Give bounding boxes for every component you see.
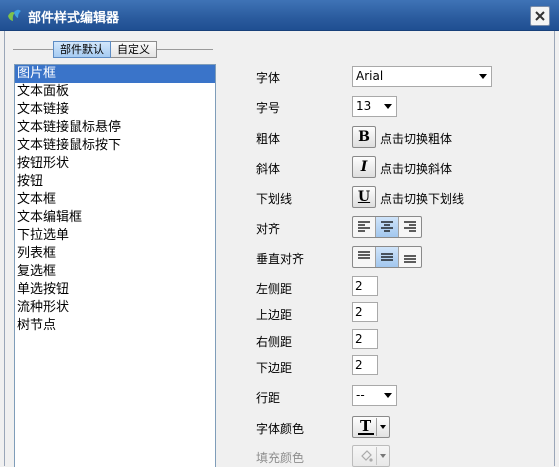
valign-top-icon [358, 251, 370, 259]
padding-left-input[interactable]: 2 [352, 276, 378, 296]
align-right-button[interactable] [399, 217, 421, 237]
fill-color-picker [352, 445, 390, 467]
list-item[interactable]: 流种形状 [15, 299, 215, 317]
window-title: 部件样式编辑器 [28, 11, 120, 26]
padding-top-input[interactable]: 2 [352, 302, 378, 322]
line-spacing-label: 行距 [256, 391, 281, 405]
align-toggle-group [352, 216, 422, 238]
font-value: Arial [356, 69, 384, 83]
valign-bottom-button[interactable] [399, 247, 421, 267]
align-left-button[interactable] [353, 217, 376, 237]
padding-bottom-input[interactable]: 2 [352, 355, 378, 375]
app-logo-icon [8, 9, 21, 21]
font-color-picker[interactable]: T [352, 416, 390, 438]
chevron-down-icon [380, 425, 386, 429]
font-select[interactable]: Arial [352, 66, 492, 87]
list-item[interactable]: 文本链接鼠标悬停 [15, 119, 215, 137]
list-item[interactable]: 文本链接鼠标按下 [15, 137, 215, 155]
tab-strip: 部件默认 自定义 [53, 41, 157, 58]
align-label: 对齐 [256, 222, 281, 236]
list-item[interactable]: 文本框 [15, 191, 215, 209]
padding-bottom-label: 下边距 [256, 361, 293, 375]
font-size-value: 13 [356, 99, 372, 113]
close-icon [535, 11, 545, 21]
list-item[interactable]: 图片框 [15, 65, 215, 83]
align-center-button[interactable] [376, 217, 399, 237]
chevron-down-icon [384, 393, 392, 398]
valign-middle-icon [381, 253, 393, 261]
align-center-icon [381, 221, 393, 232]
close-button[interactable] [530, 6, 550, 26]
tab-component-default[interactable]: 部件默认 [53, 41, 111, 58]
chevron-down-icon [380, 454, 386, 458]
align-right-icon [404, 221, 416, 232]
font-label: 字体 [256, 71, 281, 85]
chevron-down-icon [479, 74, 487, 79]
list-item[interactable]: 文本编辑框 [15, 209, 215, 227]
line-spacing-value: -- [356, 388, 365, 402]
list-item[interactable]: 按钮形状 [15, 155, 215, 173]
title-bar: 部件样式编辑器 [0, 0, 559, 31]
valign-label: 垂直对齐 [256, 252, 305, 266]
padding-top-label: 上边距 [256, 308, 293, 322]
text-color-icon: T [356, 417, 377, 436]
list-item[interactable]: 按钮 [15, 173, 215, 191]
list-item[interactable]: 复选框 [15, 263, 215, 281]
valign-bottom-icon [404, 255, 416, 263]
valign-top-button[interactable] [353, 247, 376, 267]
bold-hint: 点击切换粗体 [380, 132, 453, 146]
tab-custom[interactable]: 自定义 [111, 41, 157, 58]
font-color-label: 字体颜色 [256, 422, 305, 436]
component-list[interactable]: 图片框 文本面板 文本链接 文本链接鼠标悬停 文本链接鼠标按下 按钮形状 按钮 … [14, 64, 216, 467]
padding-left-label: 左侧距 [256, 282, 293, 296]
list-item[interactable]: 文本链接 [15, 101, 215, 119]
align-left-icon [358, 221, 370, 232]
list-item[interactable]: 列表框 [15, 245, 215, 263]
list-item[interactable]: 下拉选单 [15, 227, 215, 245]
chevron-down-icon [384, 104, 392, 109]
paint-bucket-icon [356, 447, 377, 465]
list-item[interactable]: 文本面板 [15, 83, 215, 101]
valign-toggle-group [352, 246, 422, 268]
padding-right-input[interactable]: 2 [352, 329, 378, 349]
font-size-select[interactable]: 13 [352, 96, 397, 117]
fill-color-label: 填充颜色 [256, 451, 305, 465]
underline-button[interactable]: U [352, 186, 376, 208]
italic-label: 斜体 [256, 162, 281, 176]
list-item[interactable]: 树节点 [15, 317, 215, 335]
underline-hint: 点击切换下划线 [380, 192, 465, 206]
font-size-label: 字号 [256, 101, 281, 115]
bold-button[interactable]: B [352, 126, 376, 148]
valign-middle-button[interactable] [376, 247, 399, 267]
text-color-bar [358, 433, 374, 435]
italic-hint: 点击切换斜体 [380, 162, 453, 176]
padding-right-label: 右侧距 [256, 335, 293, 349]
italic-button[interactable]: I [352, 156, 376, 178]
list-item[interactable]: 单选按钮 [15, 281, 215, 299]
line-spacing-select[interactable]: -- [352, 385, 397, 406]
bold-label: 粗体 [256, 132, 281, 146]
underline-label: 下划线 [256, 192, 293, 206]
